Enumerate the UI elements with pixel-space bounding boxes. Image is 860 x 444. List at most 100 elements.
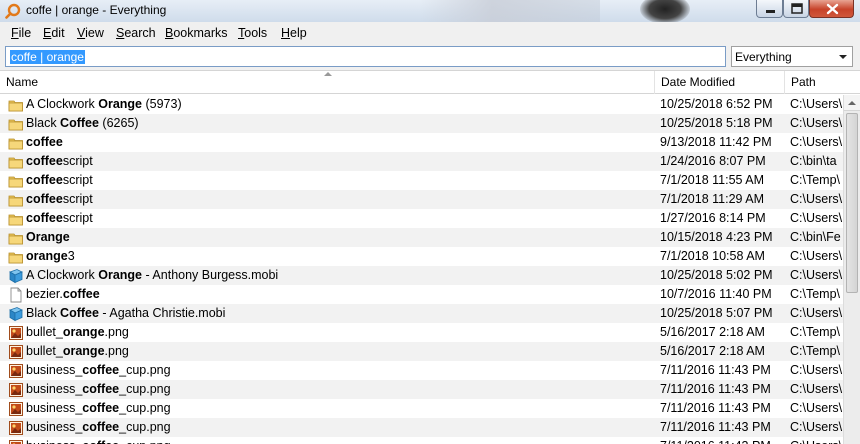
folder-icon xyxy=(8,116,24,132)
result-row[interactable]: Black Coffee - Agatha Christie.mobi 10/25… xyxy=(0,304,843,323)
result-date-modified: 10/25/2018 5:18 PM xyxy=(660,116,773,130)
scroll-up-button[interactable] xyxy=(844,95,860,111)
ebook-icon xyxy=(8,268,24,284)
name-text: A Clockwork xyxy=(26,268,99,282)
result-row[interactable]: bullet_orange.png 5/16/2017 2:18 AM C:\Tem… xyxy=(0,323,843,342)
name-text: _cup.png xyxy=(119,382,171,396)
menu-tools[interactable]: Tools xyxy=(238,26,267,40)
result-row[interactable]: coffeescript 1/27/2016 8:14 PM C:\Users\ xyxy=(0,209,843,228)
png-image-icon xyxy=(8,363,24,379)
name-text: business_ xyxy=(26,420,83,434)
menu-help[interactable]: Help xyxy=(281,26,307,40)
search-input[interactable]: coffe | orange xyxy=(5,46,726,67)
menu-bar: File Edit View Search Bookmarks Tools He… xyxy=(0,22,860,44)
menu-view[interactable]: View xyxy=(77,26,104,40)
menu-search[interactable]: Search xyxy=(116,26,156,40)
column-header-path[interactable]: Path xyxy=(785,71,860,94)
result-name: Black Coffee - Agatha Christie.mobi xyxy=(26,304,654,323)
result-name: bullet_orange.png xyxy=(26,342,654,361)
name-text: _cup.png xyxy=(119,420,171,434)
name-text: script xyxy=(62,154,93,168)
scrollbar-thumb[interactable] xyxy=(846,113,858,293)
result-date-modified: 7/11/2016 11:43 PM xyxy=(660,420,771,434)
result-path: C:\Users\ xyxy=(790,135,843,149)
maximize-button[interactable] xyxy=(783,0,809,18)
close-button[interactable] xyxy=(809,0,854,18)
png-image-icon xyxy=(8,401,24,417)
menu-file[interactable]: File xyxy=(11,26,31,40)
result-row[interactable]: A Clockwork Orange (5973) 10/25/2018 6:52… xyxy=(0,95,843,114)
folder-icon xyxy=(8,154,24,170)
name-text: Black xyxy=(26,306,61,320)
result-row[interactable]: coffee 9/13/2018 11:42 PM C:\Users\ xyxy=(0,133,843,152)
result-row[interactable]: coffeescript 7/1/2018 11:29 AM C:\Users\ xyxy=(0,190,843,209)
result-row[interactable]: orange3 7/1/2018 10:58 AM C:\Users\ xyxy=(0,247,843,266)
name-match-highlight: coffee xyxy=(26,135,63,149)
result-date-modified: 10/25/2018 5:02 PM xyxy=(660,268,773,282)
result-row[interactable]: bullet_orange.png 5/16/2017 2:18 AM C:\Tem… xyxy=(0,342,843,361)
result-date-modified: 7/1/2018 10:58 AM xyxy=(660,249,765,263)
result-row[interactable]: bezier.coffee 10/7/2016 11:40 PM C:\Temp\ xyxy=(0,285,843,304)
name-text: - Agatha Christie.mobi xyxy=(98,306,226,320)
name-text: business_ xyxy=(26,363,83,377)
title-bar[interactable]: coffe | orange - Everything xyxy=(0,0,860,22)
result-path: C:\Users\ xyxy=(790,306,843,320)
folder-icon xyxy=(8,97,24,113)
png-image-icon xyxy=(8,382,24,398)
name-text: bullet_ xyxy=(26,344,63,358)
name-match-highlight: coffee xyxy=(26,154,63,168)
png-image-icon xyxy=(8,420,24,436)
menu-bookmarks[interactable]: Bookmarks xyxy=(165,26,228,40)
result-name: A Clockwork Orange (5973) xyxy=(26,95,654,114)
result-date-modified: 10/25/2018 5:07 PM xyxy=(660,306,773,320)
result-row[interactable]: Black Coffee (6265) 10/25/2018 5:18 PM C:\… xyxy=(0,114,843,133)
result-name: business_coffee_cup.png xyxy=(26,418,654,437)
folder-icon xyxy=(8,230,24,246)
result-row[interactable]: Orange 10/15/2018 4:23 PM C:\bin\Fe xyxy=(0,228,843,247)
result-name: business_coffee_cup.png xyxy=(26,361,654,380)
result-path: C:\Users\ xyxy=(790,116,843,130)
result-row[interactable]: business_coffee_cup.png 7/11/2016 11:43 P… xyxy=(0,418,843,437)
result-date-modified: 10/7/2016 11:40 PM xyxy=(660,287,772,301)
minimize-button[interactable] xyxy=(756,0,783,18)
search-text-selected: coffe | orange xyxy=(10,50,85,64)
result-path: C:\bin\Fe xyxy=(790,230,841,244)
result-row[interactable]: business_coffee_cup.png 7/11/2016 11:43 P… xyxy=(0,380,843,399)
filter-selected: Everything xyxy=(735,50,792,64)
result-path: C:\Temp\ xyxy=(790,287,841,301)
result-date-modified: 7/11/2016 11:43 PM xyxy=(660,363,771,377)
filter-dropdown[interactable]: Everything xyxy=(731,46,853,67)
result-row[interactable]: business_coffee_cup.png 7/11/2016 11:43 P… xyxy=(0,361,843,380)
column-header-date-modified[interactable]: Date Modified xyxy=(655,71,785,94)
result-path: C:\Users\ xyxy=(790,401,843,415)
result-row[interactable]: A Clockwork Orange - Anthony Burgess.mob… xyxy=(0,266,843,285)
document-icon xyxy=(8,287,24,303)
name-text: business_ xyxy=(26,439,82,444)
result-row[interactable]: business_coffee_cup.png 7/11/2016 11:43 P… xyxy=(0,399,843,418)
name-match-highlight: coffee xyxy=(82,382,120,396)
name-text: (6265) xyxy=(98,116,139,130)
result-row[interactable]: business_coffee_cup.png 7/11/2016 11:43 P… xyxy=(0,437,843,444)
menu-edit[interactable]: Edit xyxy=(43,26,65,40)
chevron-down-icon xyxy=(839,55,847,59)
vertical-scrollbar[interactable] xyxy=(843,95,860,444)
folder-icon xyxy=(8,192,24,208)
result-name: Orange xyxy=(26,228,654,247)
result-path: C:\Users\ xyxy=(790,249,843,263)
name-match-highlight: Coffee xyxy=(60,306,99,320)
result-path: C:\Temp\ xyxy=(790,325,841,339)
result-path: C:\Users\ xyxy=(790,382,843,396)
name-text: - Anthony Burgess.mobi xyxy=(142,268,279,282)
name-text: bullet_ xyxy=(26,325,63,339)
everything-app-icon xyxy=(5,3,21,19)
name-match-highlight: Coffee xyxy=(60,116,99,130)
result-row[interactable]: coffeescript 7/1/2018 11:55 AM C:\Temp\ xyxy=(0,171,843,190)
result-path: C:\Users\ xyxy=(790,363,843,377)
name-text: (5973) xyxy=(142,97,182,111)
result-date-modified: 1/27/2016 8:14 PM xyxy=(660,211,766,225)
name-text: bezier. xyxy=(26,287,63,301)
background-blur xyxy=(420,0,600,22)
result-row[interactable]: coffeescript 1/24/2016 8:07 PM C:\bin\ta xyxy=(0,152,843,171)
result-date-modified: 10/15/2018 4:23 PM xyxy=(660,230,773,244)
sort-ascending-icon xyxy=(324,72,332,76)
